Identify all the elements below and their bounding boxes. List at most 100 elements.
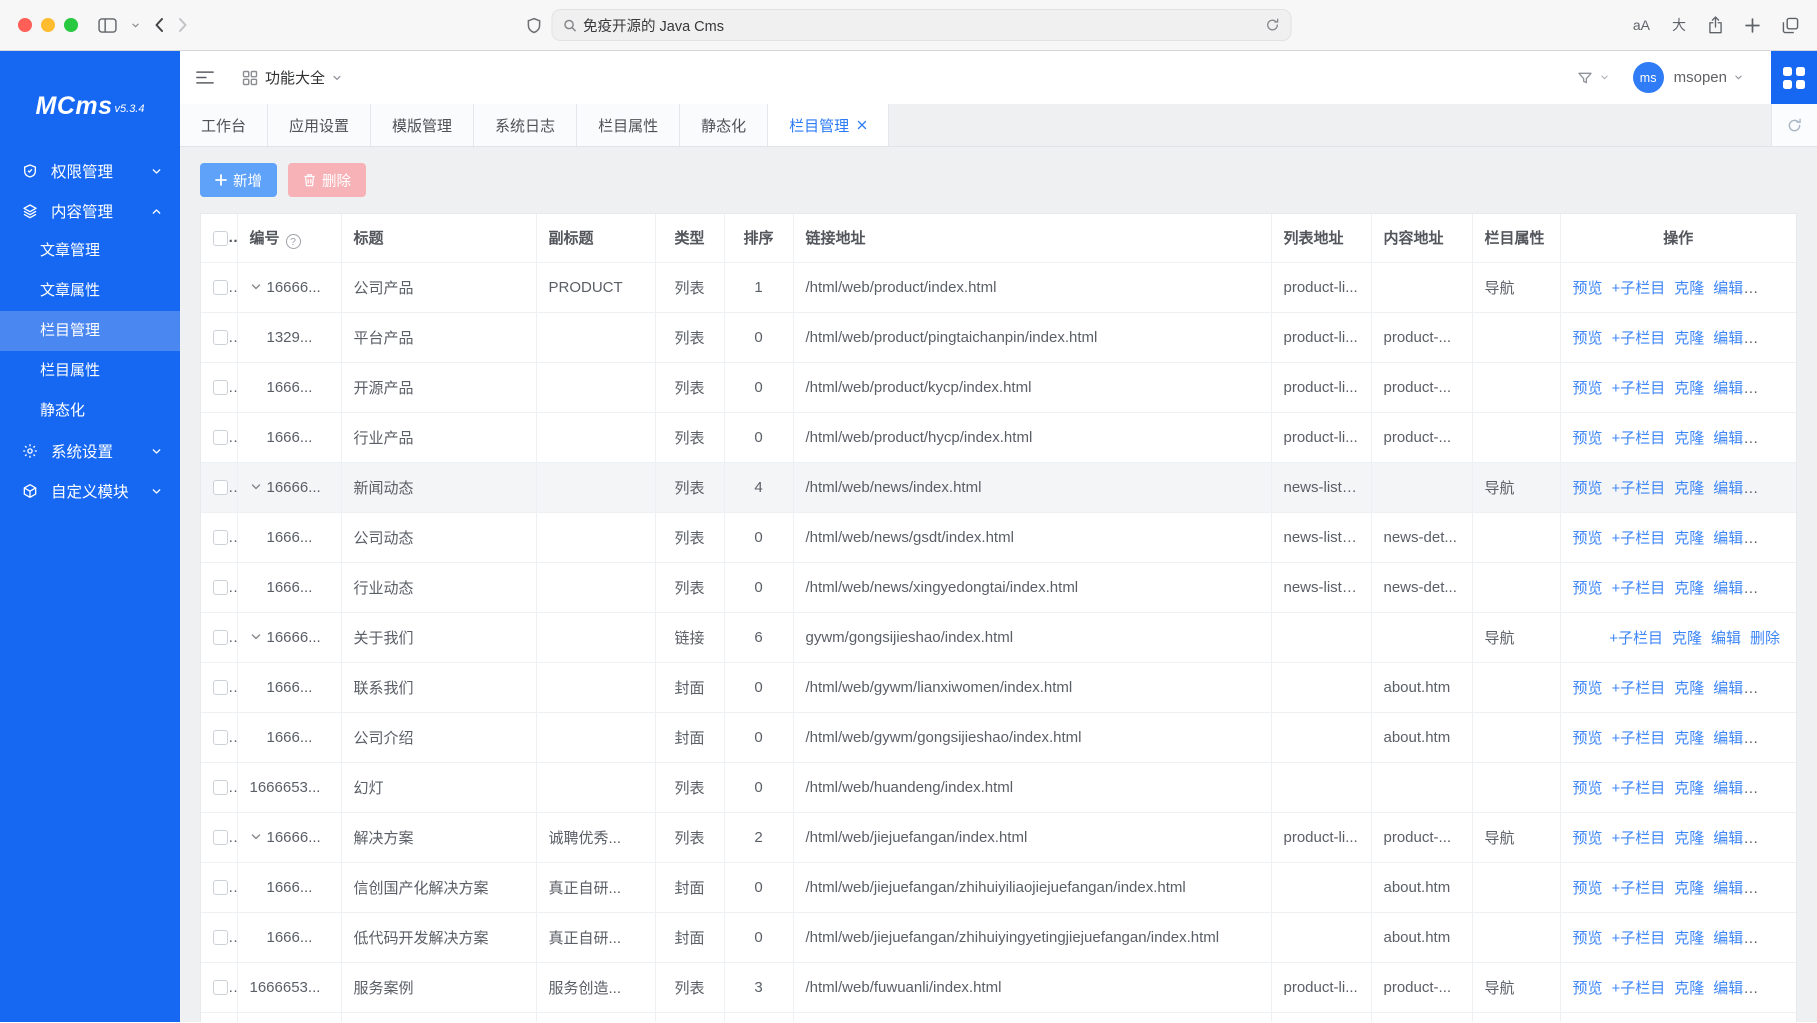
preview-link[interactable]: 预览 [1573,880,1603,897]
chevron-down-icon[interactable] [131,21,140,30]
clone-link[interactable]: 克隆 [1674,580,1704,597]
edit-link[interactable]: 编辑 [1713,580,1743,597]
preview-link[interactable]: 预览 [1573,780,1603,797]
tab-item[interactable]: 模版管理 [371,104,474,146]
row-checkbox[interactable] [213,330,228,345]
edit-link[interactable]: 编辑 [1713,280,1743,297]
clone-link[interactable]: 克隆 [1674,880,1704,897]
app-menu-trigger[interactable]: 功能大全 [242,67,342,88]
delete-button[interactable]: 删除 [288,163,366,197]
add-child-link[interactable]: +子栏目 [1612,380,1666,397]
row-checkbox[interactable] [213,480,228,495]
edit-link[interactable]: 编辑 [1711,630,1741,647]
preview-link[interactable]: 预览 [1573,730,1603,747]
add-child-link[interactable]: +子栏目 [1612,780,1666,797]
tab-item[interactable]: 栏目管理 [768,104,889,146]
add-child-link[interactable]: +子栏目 [1612,930,1666,947]
edit-link[interactable]: 编辑 [1713,930,1743,947]
row-checkbox[interactable] [213,680,228,695]
preview-link[interactable]: 预览 [1573,530,1603,547]
forward-icon[interactable] [178,17,188,33]
clone-link[interactable]: 克隆 [1674,980,1704,997]
add-child-link[interactable]: +子栏目 [1612,480,1666,497]
clone-link[interactable]: 克隆 [1674,780,1704,797]
row-checkbox[interactable] [213,430,228,445]
avatar[interactable]: ms [1633,62,1664,93]
add-child-link[interactable]: +子栏目 [1612,980,1666,997]
select-all-checkbox[interactable] [213,231,228,246]
refresh-tab-icon[interactable] [1771,104,1817,146]
sidebar-subitem[interactable]: 文章管理 [0,231,180,271]
sidebar-subitem[interactable]: 栏目属性 [0,351,180,391]
edit-link[interactable]: 编辑 [1713,830,1743,847]
expand-caret-icon[interactable] [250,631,262,643]
tab-item[interactable]: 应用设置 [268,104,371,146]
filter-trigger[interactable] [1577,70,1609,86]
row-checkbox[interactable] [213,830,228,845]
row-checkbox[interactable] [213,980,228,995]
row-checkbox[interactable] [213,630,228,645]
tabs-icon[interactable] [1782,17,1799,34]
expand-caret-icon[interactable] [250,831,262,843]
sidebar-item[interactable]: 系统设置 [0,431,180,471]
clone-link[interactable]: 克隆 [1674,430,1704,447]
edit-link[interactable]: 编辑 [1713,480,1743,497]
new-tab-icon[interactable] [1745,18,1760,33]
clone-link[interactable]: 克隆 [1674,330,1704,347]
back-icon[interactable] [154,17,164,33]
add-child-link[interactable]: +子栏目 [1609,630,1663,647]
add-child-link[interactable]: +子栏目 [1612,580,1666,597]
address-bar[interactable]: 免疫开源的 Java Cms [551,9,1291,41]
preview-link[interactable]: 预览 [1573,980,1603,997]
tab-item[interactable]: 静态化 [680,104,768,146]
expand-caret-icon[interactable] [250,281,262,293]
edit-link[interactable]: 编辑 [1713,380,1743,397]
refresh-icon[interactable] [1265,18,1279,32]
tab-item[interactable]: 工作台 [180,104,268,146]
row-checkbox[interactable] [213,930,228,945]
privacy-shield-icon[interactable] [526,17,541,34]
preview-link[interactable]: 预览 [1573,280,1603,297]
preview-link[interactable]: 预览 [1573,680,1603,697]
edit-link[interactable]: 编辑 [1713,780,1743,797]
minimize-window-button[interactable] [41,18,55,32]
preview-link[interactable]: 预览 [1573,430,1603,447]
edit-link[interactable]: 编辑 [1713,980,1743,997]
preview-link[interactable]: 预览 [1573,380,1603,397]
preview-link[interactable]: 预览 [1573,480,1603,497]
close-window-button[interactable] [18,18,32,32]
add-child-link[interactable]: +子栏目 [1612,430,1666,447]
expand-caret-icon[interactable] [250,481,262,493]
add-child-link[interactable]: +子栏目 [1612,680,1666,697]
sidebar-subitem[interactable]: 静态化 [0,391,180,431]
add-child-link[interactable]: +子栏目 [1612,830,1666,847]
sidebar-subitem[interactable]: 栏目管理 [0,311,180,351]
row-checkbox[interactable] [213,530,228,545]
close-tab-icon[interactable] [857,120,867,130]
row-checkbox[interactable] [213,580,228,595]
sidebar-item[interactable]: 自定义模块 [0,471,180,511]
apps-launcher-button[interactable] [1771,51,1817,104]
sidebar-subitem[interactable]: 文章属性 [0,271,180,311]
clone-link[interactable]: 克隆 [1672,630,1702,647]
edit-link[interactable]: 编辑 [1713,730,1743,747]
edit-link[interactable]: 编辑 [1713,330,1743,347]
clone-link[interactable]: 克隆 [1674,280,1704,297]
clone-link[interactable]: 克隆 [1674,480,1704,497]
row-checkbox[interactable] [213,730,228,745]
help-icon[interactable]: ? [286,234,301,249]
clone-link[interactable]: 克隆 [1674,730,1704,747]
edit-link[interactable]: 编辑 [1713,430,1743,447]
preview-link[interactable]: 预览 [1573,580,1603,597]
clone-link[interactable]: 克隆 [1674,530,1704,547]
edit-link[interactable]: 编辑 [1713,530,1743,547]
tab-item[interactable]: 系统日志 [474,104,577,146]
edit-link[interactable]: 编辑 [1713,680,1743,697]
row-checkbox[interactable] [213,780,228,795]
add-child-link[interactable]: +子栏目 [1612,730,1666,747]
collapse-menu-icon[interactable] [196,70,214,85]
delete-link[interactable]: 删除 [1750,630,1780,647]
add-child-link[interactable]: +子栏目 [1612,880,1666,897]
share-icon[interactable] [1708,16,1723,34]
user-menu-trigger[interactable]: msopen [1674,69,1743,86]
